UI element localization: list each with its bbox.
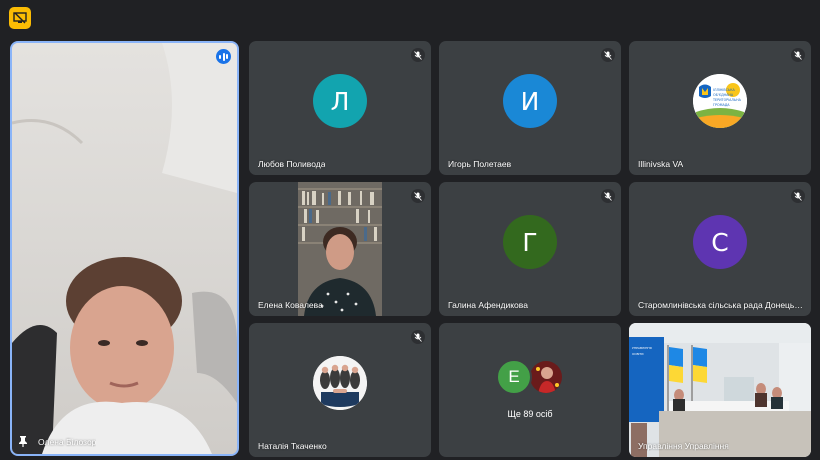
mic-off-icon (411, 48, 425, 62)
avatar: И (503, 74, 557, 128)
mic-off-icon (791, 189, 805, 203)
participant-video (12, 43, 237, 454)
participant-tile[interactable]: УПРАВЛІННЯ ОСВІТИ Управління Управління (629, 323, 811, 457)
more-participants-label: Ще 89 осіб (507, 409, 553, 419)
pin-icon (19, 436, 27, 447)
avatar (313, 356, 367, 410)
main-participant-tile[interactable]: Олена Білозор (10, 41, 239, 456)
avatar: Е (496, 359, 532, 395)
participant-video: УПРАВЛІННЯ ОСВІТИ (629, 323, 811, 457)
mic-off-icon (411, 189, 425, 203)
participant-name: Наталія Ткаченко (258, 441, 327, 451)
more-participants-tile[interactable]: Е Ще 89 осіб (439, 323, 621, 457)
svg-text:ІЛЛІНІВСЬКА: ІЛЛІНІВСЬКА (713, 88, 736, 92)
avatar: С (693, 215, 747, 269)
participant-video (298, 182, 382, 316)
mic-off-icon (601, 48, 615, 62)
svg-text:УПРАВЛІННЯ: УПРАВЛІННЯ (632, 346, 652, 350)
mic-off-icon (601, 189, 615, 203)
present-screen-button[interactable] (9, 7, 31, 29)
participant-tile[interactable]: ІЛЛІНІВСЬКА ОБ'ЄДНАНА ТЕРИТОРІАЛЬНА ГРОМ… (629, 41, 811, 175)
community-logo: ІЛЛІНІВСЬКА ОБ'ЄДНАНА ТЕРИТОРІАЛЬНА ГРОМ… (693, 74, 747, 128)
svg-text:ОСВІТИ: ОСВІТИ (632, 352, 643, 356)
participant-name: Игорь Полетаев (448, 159, 512, 169)
mic-off-icon (791, 48, 805, 62)
participant-name: Любов Поливода (258, 159, 326, 169)
participant-tile[interactable]: Л Любов Поливода (249, 41, 431, 175)
avatar (528, 359, 564, 395)
avatar: Л (313, 74, 367, 128)
participant-name: Галина Афендикова (448, 300, 528, 310)
participant-tile[interactable]: Наталія Ткаченко (249, 323, 431, 457)
participant-tile[interactable]: Г Галина Афендикова (439, 182, 621, 316)
avatar: Г (503, 215, 557, 269)
participant-name: Illinivska VA (638, 159, 684, 169)
present-screen-icon (13, 12, 27, 24)
speaking-indicator-icon (216, 49, 231, 64)
svg-text:ГРОМАДА: ГРОМАДА (713, 103, 730, 107)
participant-tile[interactable]: С Старомлинівська сільська рада Донецько… (629, 182, 811, 316)
svg-text:ОБ'ЄДНАНА: ОБ'ЄДНАНА (713, 93, 734, 97)
participant-name: Елена Ковалева (258, 300, 323, 310)
participant-name: Олена Білозор (38, 437, 97, 447)
participant-tile[interactable]: Елена Ковалева (249, 182, 431, 316)
svg-text:ТЕРИТОРІАЛЬНА: ТЕРИТОРІАЛЬНА (712, 98, 742, 102)
mic-off-icon (411, 330, 425, 344)
participant-name: Старомлинівська сільська рада Донецької … (638, 300, 806, 310)
participant-tile[interactable]: И Игорь Полетаев (439, 41, 621, 175)
participant-name: Управління Управління (638, 441, 729, 451)
more-participants-avatars: Е (496, 359, 566, 395)
